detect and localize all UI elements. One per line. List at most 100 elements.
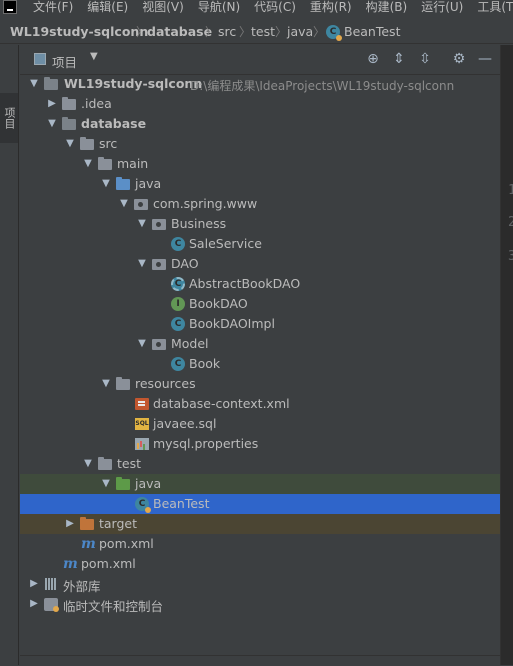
scratches-icon xyxy=(44,598,59,612)
tree-item-test-java[interactable]: ▼ java xyxy=(20,474,500,494)
chevron-right-icon: 〉 xyxy=(313,25,326,39)
folder-icon xyxy=(80,137,94,150)
tree-item-project-root[interactable]: ▼ WL19study-sqlconn D:\编程成果\IdeaProjects… xyxy=(20,74,500,94)
folder-icon xyxy=(98,157,112,170)
chevron-down-icon[interactable]: ▼ xyxy=(136,217,148,231)
menu-edit[interactable]: 编辑(E) xyxy=(87,0,128,14)
tree-item-book[interactable]: C Book xyxy=(20,354,500,374)
tree-item-label: BookDAO xyxy=(189,296,248,311)
tree-item-package[interactable]: ▼ com.spring.www xyxy=(20,194,500,214)
gear-icon[interactable]: ⚙ xyxy=(450,50,468,68)
package-icon xyxy=(134,199,148,210)
tree-item-label: target xyxy=(99,516,138,531)
tree-item-label: AbstractBookDAO xyxy=(189,276,301,291)
tree-item-label: database xyxy=(81,116,147,131)
menu-file[interactable]: 文件(F) xyxy=(33,0,73,14)
tree-item-bookdaoimpl[interactable]: C BookDAOImpl xyxy=(20,314,500,334)
tree-item-scratches[interactable]: ▶ 临时文件和控制台 xyxy=(20,594,500,614)
project-tree: ▼ WL19study-sqlconn D:\编程成果\IdeaProjects… xyxy=(20,74,500,654)
menu-code[interactable]: 代码(C) xyxy=(254,0,296,14)
test-class-icon: C xyxy=(326,25,342,41)
tree-item-root-pom[interactable]: m pom.xml xyxy=(20,554,500,574)
panel-title[interactable]: 项目 xyxy=(52,52,77,71)
intellij-logo-icon xyxy=(3,0,17,14)
chevron-right-icon[interactable]: ▶ xyxy=(28,597,40,611)
minimize-icon[interactable]: — xyxy=(476,50,494,68)
menu-run[interactable]: 运行(U) xyxy=(421,0,463,14)
breadcrumb-module[interactable]: database xyxy=(147,24,212,39)
menu-bar: 文件(F) 编辑(E) 视图(V) 导航(N) 代码(C) 重构(R) 构建(B) 运行(U)… xyxy=(0,0,513,17)
class-icon: C xyxy=(171,357,185,371)
chevron-down-icon[interactable]: ▼ xyxy=(82,457,94,471)
chevron-right-icon[interactable]: ▶ xyxy=(28,577,40,591)
chevron-down-icon[interactable]: ▼ xyxy=(136,257,148,271)
locate-icon[interactable]: ⊕ xyxy=(364,50,382,68)
tree-item-beantest[interactable]: C BeanTest xyxy=(20,494,500,514)
module-folder-icon xyxy=(62,117,76,130)
package-icon xyxy=(152,339,166,350)
line-number: 1 xyxy=(508,183,513,198)
chevron-down-icon[interactable]: ▼ xyxy=(118,197,130,211)
sql-file-icon: SQL xyxy=(135,418,149,430)
tree-item-main[interactable]: ▼ main xyxy=(20,154,500,174)
chevron-down-icon[interactable]: ▼ xyxy=(28,77,40,91)
breadcrumb-test[interactable]: test xyxy=(251,24,275,39)
chevron-down-icon[interactable]: ▼ xyxy=(90,51,98,62)
package-icon xyxy=(152,259,166,270)
tree-item-label: pom.xml xyxy=(81,556,136,571)
tree-item-business[interactable]: ▼ Business xyxy=(20,214,500,234)
tree-item-label: mysql.properties xyxy=(153,436,259,451)
line-number: 3 xyxy=(508,249,513,264)
tree-item-idea[interactable]: ▶ .idea xyxy=(20,94,500,114)
class-icon: C xyxy=(171,317,185,331)
chevron-right-icon[interactable]: ▶ xyxy=(46,97,58,111)
tree-item-javaee-sql[interactable]: SQL javaee.sql xyxy=(20,414,500,434)
breadcrumb-java[interactable]: java xyxy=(287,24,313,39)
tree-item-label: main xyxy=(117,156,149,171)
tree-item-label: java xyxy=(135,476,162,491)
chevron-down-icon[interactable]: ▼ xyxy=(100,477,112,491)
tree-item-database-context[interactable]: database-context.xml xyxy=(20,394,500,414)
breadcrumb-project[interactable]: WL19study-sqlconn xyxy=(10,24,148,39)
tree-item-label: javaee.sql xyxy=(153,416,217,431)
tree-item-resources[interactable]: ▼ resources xyxy=(20,374,500,394)
breadcrumb-file[interactable]: BeanTest xyxy=(344,24,400,39)
chevron-down-icon[interactable]: ▼ xyxy=(64,137,76,151)
tree-item-target[interactable]: ▶ target xyxy=(20,514,500,534)
tree-item-model[interactable]: ▼ Model xyxy=(20,334,500,354)
collapse-all-icon[interactable]: ⇳ xyxy=(416,50,434,68)
tree-item-label: .idea xyxy=(81,96,112,111)
bottom-divider xyxy=(20,655,500,666)
menu-view[interactable]: 视图(V) xyxy=(142,0,184,14)
chevron-right-icon: 〉 xyxy=(205,25,218,39)
menu-build[interactable]: 构建(B) xyxy=(366,0,408,14)
chevron-down-icon[interactable]: ▼ xyxy=(100,177,112,191)
tree-item-database[interactable]: ▼ database xyxy=(20,114,500,134)
tree-item-src[interactable]: ▼ src xyxy=(20,134,500,154)
menu-refactor[interactable]: 重构(R) xyxy=(310,0,352,14)
chevron-down-icon[interactable]: ▼ xyxy=(136,337,148,351)
chevron-down-icon[interactable]: ▼ xyxy=(100,377,112,391)
project-path: D:\编程成果\IdeaProjects\WL19study-sqlconn xyxy=(190,79,455,93)
tree-item-main-java[interactable]: ▼ java xyxy=(20,174,500,194)
tree-item-saleservice[interactable]: C SaleService xyxy=(20,234,500,254)
menu-tools[interactable]: 工具(T) xyxy=(477,0,513,14)
tree-item-label: com.spring.www xyxy=(153,196,258,211)
tree-item-external-libraries[interactable]: ▶ 外部库 xyxy=(20,574,500,594)
chevron-down-icon[interactable]: ▼ xyxy=(82,157,94,171)
tree-item-bookdao[interactable]: I BookDAO xyxy=(20,294,500,314)
tree-item-test[interactable]: ▼ test xyxy=(20,454,500,474)
xml-file-icon xyxy=(135,398,149,410)
tree-item-dao[interactable]: ▼ DAO xyxy=(20,254,500,274)
tree-item-module-pom[interactable]: m pom.xml xyxy=(20,534,500,554)
tree-item-label: Model xyxy=(171,336,209,351)
chevron-right-icon[interactable]: ▶ xyxy=(64,517,76,531)
maven-icon: m xyxy=(81,536,96,552)
project-tool-tab[interactable]: 项目 xyxy=(0,93,18,143)
expand-all-icon[interactable]: ⇕ xyxy=(390,50,408,68)
tree-item-abstractbookdao[interactable]: C AbstractBookDAO xyxy=(20,274,500,294)
chevron-down-icon[interactable]: ▼ xyxy=(46,117,58,131)
menu-navigate[interactable]: 导航(N) xyxy=(198,0,240,14)
breadcrumb-src[interactable]: src xyxy=(218,24,236,39)
tree-item-mysql-properties[interactable]: mysql.properties xyxy=(20,434,500,454)
